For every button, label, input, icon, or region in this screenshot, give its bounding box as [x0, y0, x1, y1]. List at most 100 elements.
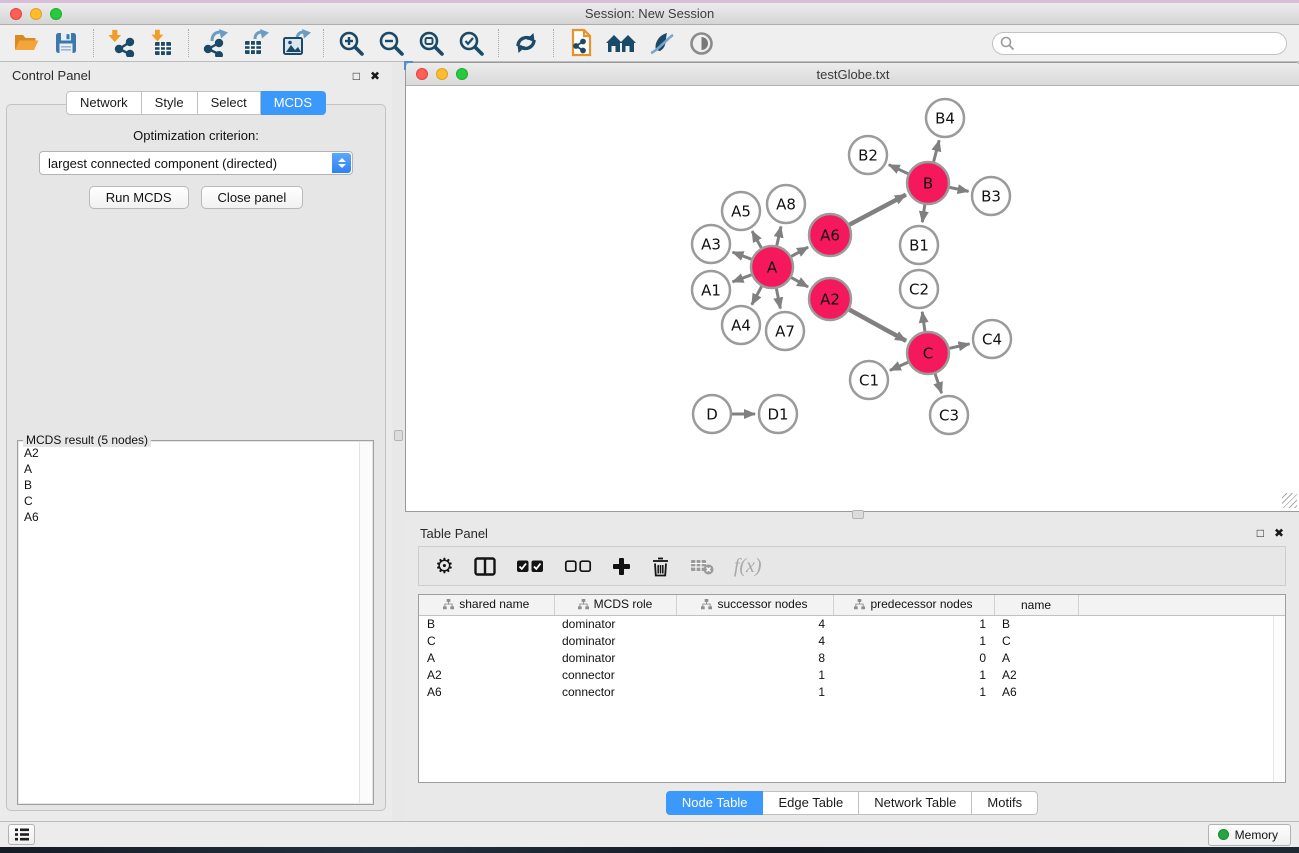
graph-node-B[interactable]: B	[907, 162, 949, 204]
clone-network-button[interactable]	[561, 27, 601, 59]
graph-node-B2[interactable]: B2	[849, 136, 887, 174]
graph-edge-B-B1[interactable]	[922, 205, 925, 222]
graph-node-A[interactable]: A	[751, 246, 793, 288]
network-canvas[interactable]: B4B2BB3A5A8A6A3B1AC2A1A2A4A7CC4C1C3DD1	[406, 86, 1299, 511]
graph-node-C[interactable]: C	[907, 332, 949, 374]
result-item[interactable]: A6	[19, 509, 372, 525]
graph-edge-A-A1[interactable]	[733, 275, 752, 282]
graph-edge-C-C1[interactable]	[890, 362, 908, 370]
close-panel-icon[interactable]: ✖	[1274, 527, 1284, 539]
graph-edge-B-B2[interactable]	[889, 165, 908, 174]
cell-shared-name[interactable]: A	[419, 650, 554, 667]
zoom-out-button[interactable]	[371, 27, 411, 59]
graph-node-A4[interactable]: A4	[722, 306, 760, 344]
show-columns-button[interactable]	[474, 557, 496, 576]
column-header-shared-name[interactable]: shared name	[419, 595, 554, 615]
float-panel-icon[interactable]: □	[353, 70, 360, 82]
cell-predecessor-nodes[interactable]: 1	[833, 667, 994, 684]
cell-predecessor-nodes[interactable]: 1	[833, 684, 994, 701]
tab-select[interactable]: Select	[198, 91, 261, 115]
save-session-button[interactable]	[46, 27, 86, 59]
column-header-mcds-role[interactable]: MCDS role	[554, 595, 676, 615]
graph-edge-A-A3[interactable]	[733, 252, 752, 259]
cell-successor-nodes[interactable]: 1	[676, 667, 833, 684]
unselect-all-columns-button[interactable]	[564, 559, 592, 573]
cell-mcds-role[interactable]: dominator	[554, 633, 676, 650]
cell-mcds-role[interactable]: connector	[554, 684, 676, 701]
function-builder-button[interactable]: f(x)	[734, 555, 762, 578]
tab-edge-table[interactable]: Edge Table	[763, 791, 859, 815]
cell-name[interactable]: A6	[994, 684, 1078, 701]
table-scrollbar[interactable]	[1273, 616, 1285, 782]
result-item[interactable]: C	[19, 493, 372, 509]
graph-edge-C-C3[interactable]	[935, 374, 942, 393]
run-mcds-button[interactable]: Run MCDS	[89, 186, 189, 209]
graph-edge-C-C4[interactable]	[950, 344, 970, 348]
cell-mcds-role[interactable]: dominator	[554, 615, 676, 633]
network-overview-button[interactable]	[601, 27, 641, 59]
cell-successor-nodes[interactable]: 4	[676, 633, 833, 650]
graph-edge-A-A7[interactable]	[776, 289, 780, 309]
cell-predecessor-nodes[interactable]: 0	[833, 650, 994, 667]
graph-node-C4[interactable]: C4	[973, 320, 1011, 358]
table-row[interactable]: B dominator 4 1 B	[419, 615, 1285, 633]
graph-node-D1[interactable]: D1	[759, 395, 797, 433]
network-window-titlebar[interactable]: testGlobe.txt	[406, 63, 1299, 86]
cell-name[interactable]: C	[994, 633, 1078, 650]
column-header-predecessor-nodes[interactable]: predecessor nodes	[833, 595, 994, 615]
cell-successor-nodes[interactable]: 8	[676, 650, 833, 667]
graph-edge-C-C2[interactable]	[922, 312, 925, 331]
delete-columns-button[interactable]	[651, 556, 670, 577]
result-list-scrollbar[interactable]	[359, 442, 372, 803]
cell-shared-name[interactable]: A6	[419, 684, 554, 701]
import-network-button[interactable]	[101, 27, 141, 59]
table-settings-button[interactable]: ⚙	[435, 556, 454, 577]
show-hide-button[interactable]	[681, 27, 721, 59]
graph-edge-B-B4[interactable]	[934, 140, 940, 161]
table-row[interactable]: A2 connector 1 1 A2	[419, 667, 1285, 684]
cell-successor-nodes[interactable]: 4	[676, 615, 833, 633]
graph-edge-A-A8[interactable]	[777, 227, 781, 246]
tab-network[interactable]: Network	[66, 91, 142, 115]
window-resize-grip[interactable]	[1282, 493, 1297, 508]
panel-divider-horizontal[interactable]	[405, 512, 1299, 520]
graph-edge-B-B3[interactable]	[950, 187, 969, 191]
graph-edge-A-A6[interactable]	[791, 247, 808, 256]
graph-node-C1[interactable]: C1	[850, 361, 888, 399]
graph-node-D[interactable]: D	[693, 395, 731, 433]
tab-style[interactable]: Style	[142, 91, 198, 115]
search-input[interactable]	[992, 32, 1287, 55]
tab-mcds[interactable]: MCDS	[261, 91, 326, 115]
graph-edge-A-A2[interactable]	[791, 278, 808, 287]
import-table-button[interactable]	[141, 27, 181, 59]
graph-node-B3[interactable]: B3	[972, 177, 1010, 215]
cell-mcds-role[interactable]: dominator	[554, 650, 676, 667]
cell-name[interactable]: A	[994, 650, 1078, 667]
graph-node-C3[interactable]: C3	[930, 396, 968, 434]
apply-layout-button[interactable]	[506, 27, 546, 59]
select-all-columns-button[interactable]	[516, 559, 544, 573]
tab-node-table[interactable]: Node Table	[666, 791, 764, 815]
graph-edge-A6-B[interactable]	[849, 195, 906, 225]
graph-node-A1[interactable]: A1	[692, 271, 730, 309]
graph-node-B1[interactable]: B1	[900, 226, 938, 264]
create-new-column-button[interactable]	[612, 557, 631, 576]
cell-name[interactable]: B	[994, 615, 1078, 633]
graph-node-A3[interactable]: A3	[692, 225, 730, 263]
cell-shared-name[interactable]: C	[419, 633, 554, 650]
memory-button[interactable]: Memory	[1208, 824, 1291, 846]
result-item[interactable]: A	[19, 461, 372, 477]
divider-grip[interactable]	[852, 510, 864, 519]
export-network-button[interactable]	[196, 27, 236, 59]
cell-name[interactable]: A2	[994, 667, 1078, 684]
tab-motifs[interactable]: Motifs	[972, 791, 1038, 815]
cell-successor-nodes[interactable]: 1	[676, 684, 833, 701]
panel-divider-vertical[interactable]	[392, 62, 405, 821]
graph-node-A8[interactable]: A8	[767, 185, 805, 223]
open-session-button[interactable]	[6, 27, 46, 59]
column-header-successor-nodes[interactable]: successor nodes	[676, 595, 833, 615]
graph-edge-A2-C[interactable]	[849, 310, 906, 341]
graph-node-B4[interactable]: B4	[926, 99, 964, 137]
graph-node-A2[interactable]: A2	[809, 278, 851, 320]
table-row[interactable]: C dominator 4 1 C	[419, 633, 1285, 650]
